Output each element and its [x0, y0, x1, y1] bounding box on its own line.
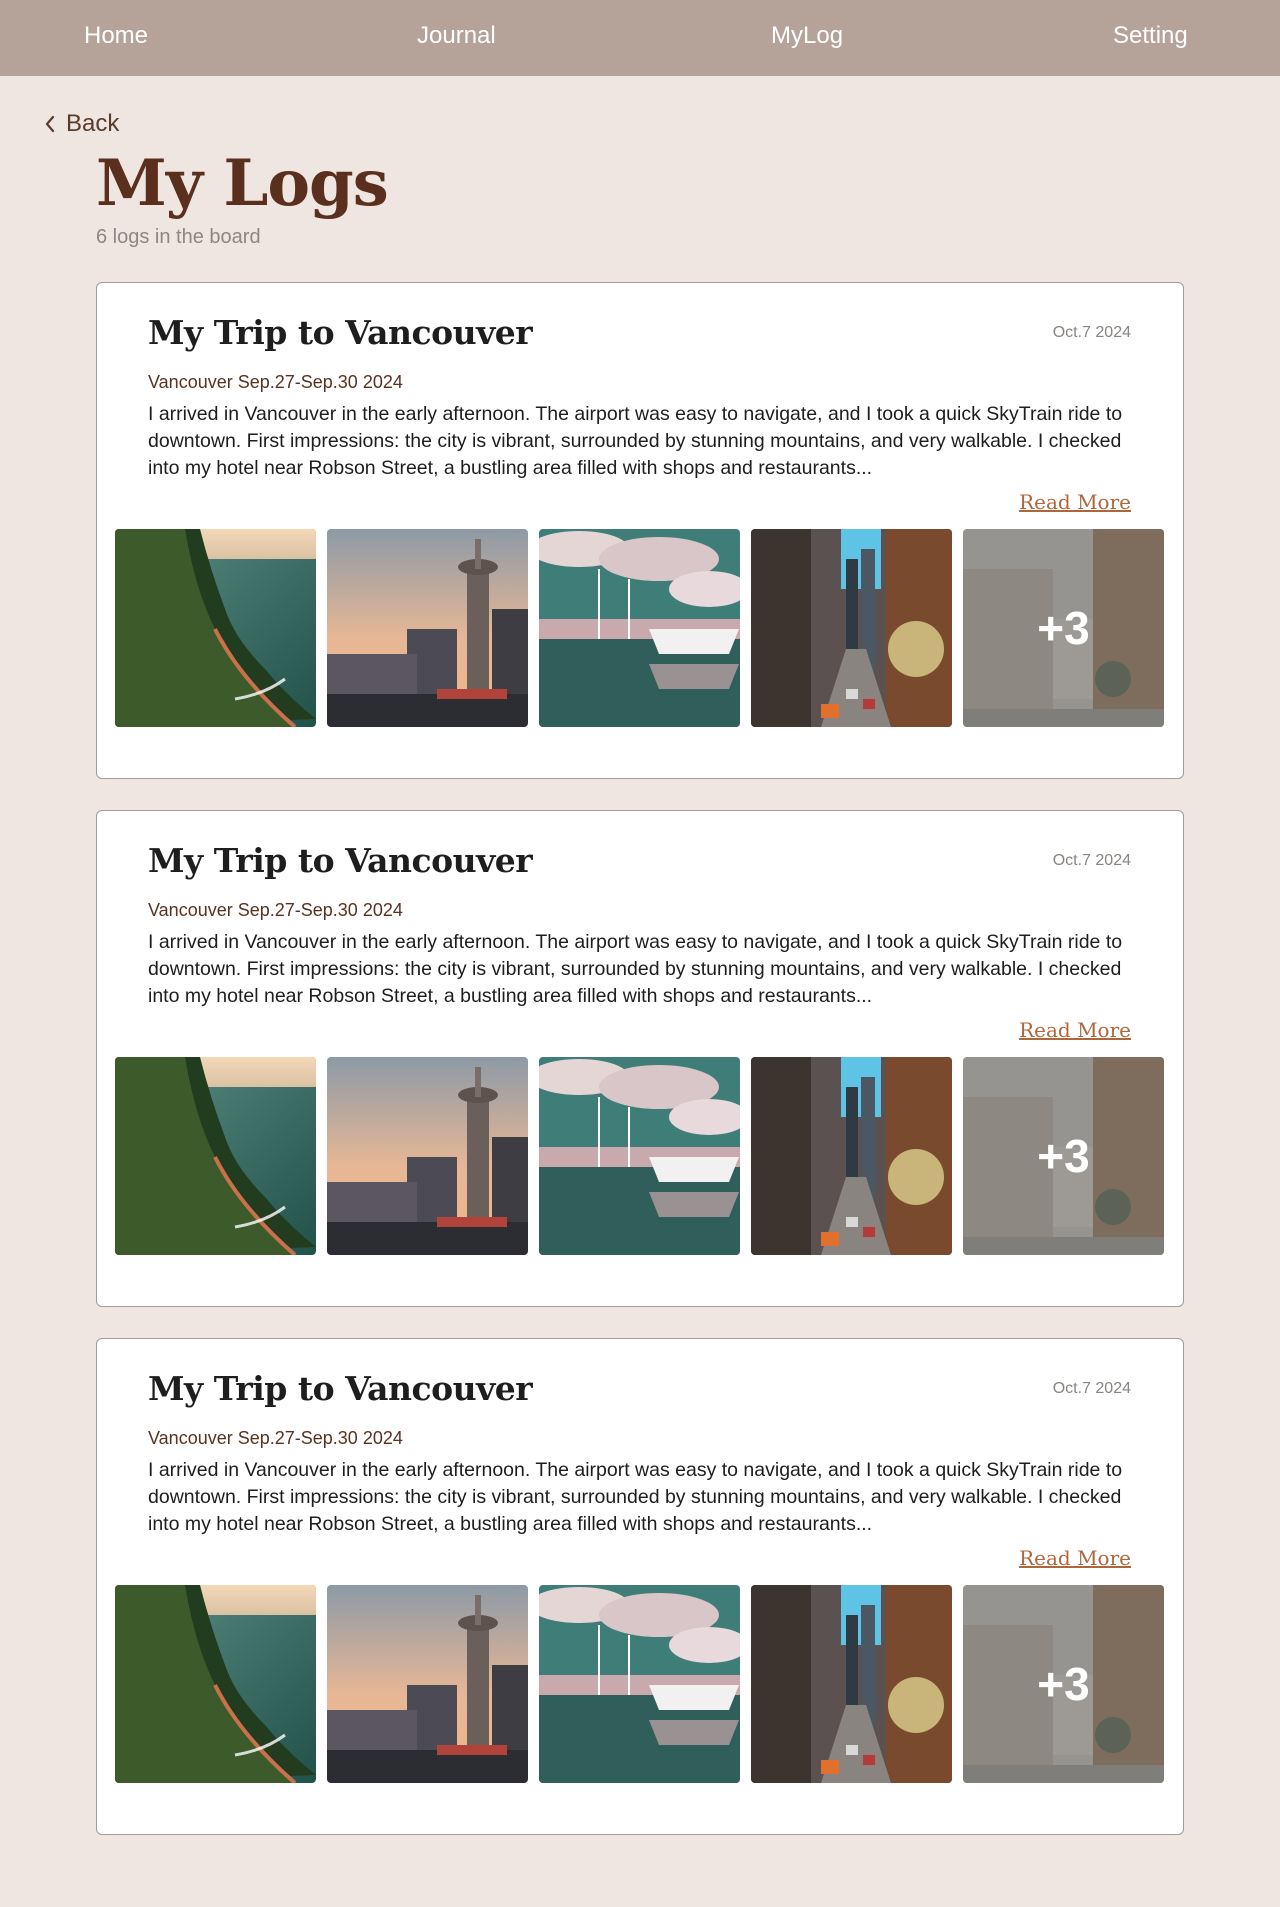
city-street-photo: [751, 529, 952, 727]
harbour-tower-photo: [327, 1585, 528, 1783]
log-date: Oct.7 2024: [1052, 852, 1131, 869]
nav-home[interactable]: Home: [84, 22, 148, 50]
photo-thumbnail[interactable]: [327, 529, 528, 727]
log-excerpt: I arrived in Vancouver in the early afte…: [148, 403, 1123, 479]
marina-yachts-photo: [539, 1585, 740, 1783]
log-excerpt: I arrived in Vancouver in the early afte…: [148, 931, 1123, 1007]
log-location: Vancouver Sep.27-Sep.30 2024: [148, 900, 403, 920]
photo-thumbnail-more[interactable]: +3: [963, 529, 1164, 727]
nav-journal[interactable]: Journal: [417, 22, 496, 50]
coastline-cliff-photo: [115, 1585, 316, 1783]
photo-gallery: +3: [115, 1057, 1165, 1255]
photo-thumbnail-more[interactable]: +3: [963, 1585, 1164, 1783]
photo-thumbnail[interactable]: [539, 1585, 740, 1783]
back-label: Back: [66, 110, 120, 137]
log-title[interactable]: My Trip to Vancouver: [148, 313, 533, 352]
read-more-link[interactable]: Read More: [1019, 1018, 1131, 1042]
harbour-tower-photo: [327, 1057, 528, 1255]
log-count: 6 logs in the board: [96, 226, 261, 248]
more-photos-count: +3: [963, 1057, 1164, 1255]
nav-setting[interactable]: Setting: [1113, 22, 1188, 50]
photo-thumbnail[interactable]: [539, 1057, 740, 1255]
photo-thumbnail[interactable]: [751, 1057, 952, 1255]
nav-mylog[interactable]: MyLog: [771, 22, 843, 50]
harbour-tower-photo: [327, 529, 528, 727]
coastline-cliff-photo: [115, 529, 316, 727]
chevron-left-icon: [45, 115, 55, 133]
photo-thumbnail[interactable]: [327, 1585, 528, 1783]
more-photos-count: +3: [963, 529, 1164, 727]
log-date: Oct.7 2024: [1052, 324, 1131, 341]
photo-gallery: +3: [115, 1585, 1165, 1783]
log-date: Oct.7 2024: [1052, 1380, 1131, 1397]
log-excerpt: I arrived in Vancouver in the early afte…: [148, 1459, 1123, 1535]
marina-yachts-photo: [539, 1057, 740, 1255]
log-card: My Trip to Vancouver Oct.7 2024 Vancouve…: [96, 1338, 1184, 1835]
marina-yachts-photo: [539, 529, 740, 727]
photo-thumbnail[interactable]: [539, 529, 740, 727]
photo-thumbnail[interactable]: [751, 529, 952, 727]
page-title: My Logs: [96, 146, 389, 221]
photo-thumbnail[interactable]: [327, 1057, 528, 1255]
coastline-cliff-photo: [115, 1057, 316, 1255]
photo-thumbnail-more[interactable]: +3: [963, 1057, 1164, 1255]
read-more-link[interactable]: Read More: [1019, 1546, 1131, 1570]
photo-thumbnail[interactable]: [115, 529, 316, 727]
photo-gallery: +3: [115, 529, 1165, 727]
city-street-photo: [751, 1057, 952, 1255]
log-title[interactable]: My Trip to Vancouver: [148, 1369, 533, 1408]
read-more-link[interactable]: Read More: [1019, 490, 1131, 514]
log-title[interactable]: My Trip to Vancouver: [148, 841, 533, 880]
back-button[interactable]: Back: [44, 110, 119, 138]
photo-thumbnail[interactable]: [115, 1057, 316, 1255]
top-nav: Home Journal MyLog Setting: [0, 0, 1280, 76]
photo-thumbnail[interactable]: [115, 1585, 316, 1783]
log-location: Vancouver Sep.27-Sep.30 2024: [148, 1428, 403, 1448]
photo-thumbnail[interactable]: [751, 1585, 952, 1783]
city-street-photo: [751, 1585, 952, 1783]
log-location: Vancouver Sep.27-Sep.30 2024: [148, 372, 403, 392]
log-card: My Trip to Vancouver Oct.7 2024 Vancouve…: [96, 810, 1184, 1307]
log-card: My Trip to Vancouver Oct.7 2024 Vancouve…: [96, 282, 1184, 779]
more-photos-count: +3: [963, 1585, 1164, 1783]
